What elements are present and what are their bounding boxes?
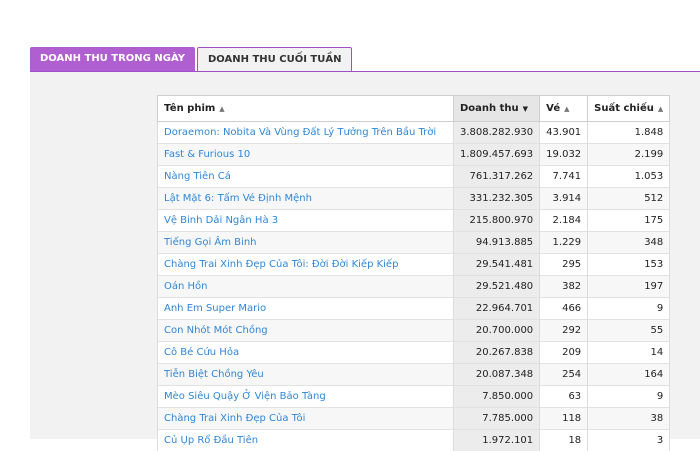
shows-cell: 1.848 — [588, 122, 670, 144]
header-shows[interactable]: Suất chiếu▲ — [588, 96, 670, 122]
movie-title-link[interactable]: Vệ Binh Dải Ngân Hà 3 — [158, 210, 454, 232]
tickets-cell: 2.184 — [540, 210, 588, 232]
shows-cell: 9 — [588, 298, 670, 320]
revenue-cell: 331.232.305 — [454, 188, 540, 210]
sort-up-icon: ▲ — [658, 105, 663, 113]
table-row: Chàng Trai Xinh Đẹp Của Tôi7.785.0001183… — [158, 408, 670, 430]
shows-cell: 153 — [588, 254, 670, 276]
tickets-cell: 3.914 — [540, 188, 588, 210]
movie-title-link[interactable]: Nàng Tiên Cá — [158, 166, 454, 188]
revenue-cell: 3.808.282.930 — [454, 122, 540, 144]
tickets-cell: 7.741 — [540, 166, 588, 188]
tickets-cell: 63 — [540, 386, 588, 408]
sort-up-icon: ▲ — [564, 105, 569, 113]
tickets-cell: 292 — [540, 320, 588, 342]
table-row: Mèo Siêu Quậy Ở Viện Bảo Tàng7.850.00063… — [158, 386, 670, 408]
revenue-cell: 1.972.101 — [454, 430, 540, 451]
tab-weekend-revenue[interactable]: DOANH THU CUỐI TUẦN — [197, 47, 353, 72]
movie-title-link[interactable]: Chàng Trai Xinh Đẹp Của Tôi — [158, 408, 454, 430]
tab-daily-revenue[interactable]: DOANH THU TRONG NGÀY — [30, 47, 195, 71]
shows-cell: 512 — [588, 188, 670, 210]
table-row: Fast & Furious 101.809.457.69319.0322.19… — [158, 144, 670, 166]
shows-cell: 14 — [588, 342, 670, 364]
table-row: Con Nhót Mót Chồng20.700.00029255 — [158, 320, 670, 342]
table-row: Oán Hồn29.521.480382197 — [158, 276, 670, 298]
shows-cell: 164 — [588, 364, 670, 386]
table-row: Tiếng Gọi Âm Binh94.913.8851.229348 — [158, 232, 670, 254]
tickets-cell: 466 — [540, 298, 588, 320]
shows-cell: 9 — [588, 386, 670, 408]
tickets-cell: 19.032 — [540, 144, 588, 166]
table-row: Tiễn Biệt Chồng Yêu20.087.348254164 — [158, 364, 670, 386]
revenue-cell: 29.541.481 — [454, 254, 540, 276]
header-revenue[interactable]: Doanh thu▼ — [454, 96, 540, 122]
table-row: Chàng Trai Xinh Đẹp Của Tôi: Đời Đời Kiế… — [158, 254, 670, 276]
tab-bar: DOANH THU TRONG NGÀY DOANH THU CUỐI TUẦN — [30, 47, 354, 72]
sort-up-icon: ▲ — [219, 105, 224, 113]
movie-title-link[interactable]: Tiếng Gọi Âm Binh — [158, 232, 454, 254]
shows-cell: 197 — [588, 276, 670, 298]
revenue-cell: 1.809.457.693 — [454, 144, 540, 166]
header-title[interactable]: Tên phim▲ — [158, 96, 454, 122]
shows-cell: 55 — [588, 320, 670, 342]
revenue-cell: 20.700.000 — [454, 320, 540, 342]
revenue-cell: 761.317.262 — [454, 166, 540, 188]
shows-cell: 1.053 — [588, 166, 670, 188]
tickets-cell: 209 — [540, 342, 588, 364]
header-tickets[interactable]: Vé▲ — [540, 96, 588, 122]
table-row: Anh Em Super Mario22.964.7014669 — [158, 298, 670, 320]
movie-title-link[interactable]: Củ Ụp Rổ Đầu Tiên — [158, 430, 454, 451]
table-row: Nàng Tiên Cá761.317.2627.7411.053 — [158, 166, 670, 188]
tickets-cell: 295 — [540, 254, 588, 276]
revenue-cell: 7.785.000 — [454, 408, 540, 430]
movie-title-link[interactable]: Lật Mặt 6: Tấm Vé Định Mệnh — [158, 188, 454, 210]
table-row: Cô Bé Cứu Hỏa20.267.83820914 — [158, 342, 670, 364]
tickets-cell: 254 — [540, 364, 588, 386]
revenue-cell: 29.521.480 — [454, 276, 540, 298]
shows-cell: 348 — [588, 232, 670, 254]
movie-title-link[interactable]: Tiễn Biệt Chồng Yêu — [158, 364, 454, 386]
shows-cell: 38 — [588, 408, 670, 430]
movie-title-link[interactable]: Oán Hồn — [158, 276, 454, 298]
movie-title-link[interactable]: Con Nhót Mót Chồng — [158, 320, 454, 342]
revenue-cell: 20.087.348 — [454, 364, 540, 386]
tickets-cell: 18 — [540, 430, 588, 451]
table-row: Củ Ụp Rổ Đầu Tiên1.972.101183 — [158, 430, 670, 451]
tickets-cell: 43.901 — [540, 122, 588, 144]
tickets-cell: 382 — [540, 276, 588, 298]
movie-title-link[interactable]: Cô Bé Cứu Hỏa — [158, 342, 454, 364]
movie-title-link[interactable]: Anh Em Super Mario — [158, 298, 454, 320]
movie-title-link[interactable]: Fast & Furious 10 — [158, 144, 454, 166]
revenue-table: Tên phim▲ Doanh thu▼ Vé▲ Suất chiếu▲ Dor… — [157, 95, 670, 451]
tickets-cell: 1.229 — [540, 232, 588, 254]
movie-title-link[interactable]: Chàng Trai Xinh Đẹp Của Tôi: Đời Đời Kiế… — [158, 254, 454, 276]
shows-cell: 3 — [588, 430, 670, 451]
movie-title-link[interactable]: Doraemon: Nobita Và Vùng Đất Lý Tưởng Tr… — [158, 122, 454, 144]
table-row: Doraemon: Nobita Và Vùng Đất Lý Tưởng Tr… — [158, 122, 670, 144]
revenue-cell: 7.850.000 — [454, 386, 540, 408]
revenue-cell: 20.267.838 — [454, 342, 540, 364]
revenue-cell: 94.913.885 — [454, 232, 540, 254]
shows-cell: 175 — [588, 210, 670, 232]
table-row: Vệ Binh Dải Ngân Hà 3215.800.9702.184175 — [158, 210, 670, 232]
shows-cell: 2.199 — [588, 144, 670, 166]
revenue-cell: 215.800.970 — [454, 210, 540, 232]
movie-title-link[interactable]: Mèo Siêu Quậy Ở Viện Bảo Tàng — [158, 386, 454, 408]
table-row: Lật Mặt 6: Tấm Vé Định Mệnh331.232.3053.… — [158, 188, 670, 210]
sort-down-icon: ▼ — [523, 105, 528, 113]
revenue-cell: 22.964.701 — [454, 298, 540, 320]
tickets-cell: 118 — [540, 408, 588, 430]
